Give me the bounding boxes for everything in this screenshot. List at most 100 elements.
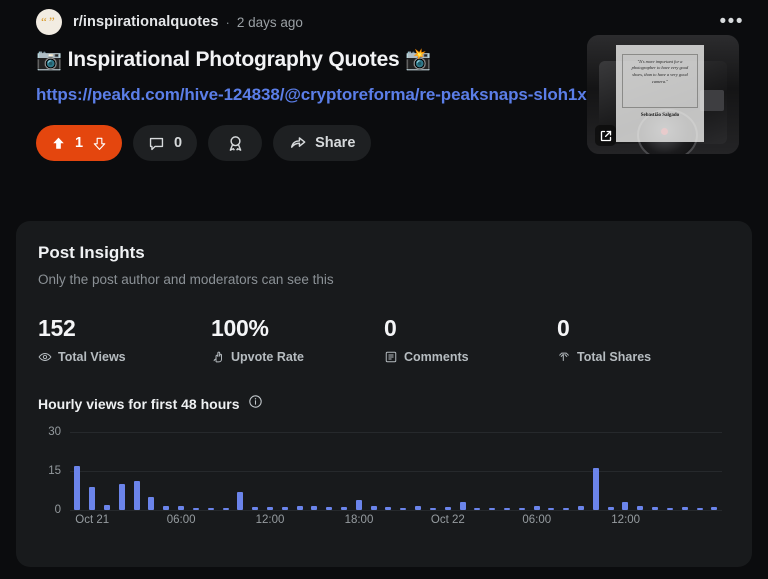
chart-bar-slot[interactable] (277, 432, 292, 510)
chart-bar[interactable] (355, 499, 362, 510)
chart-bar[interactable] (178, 506, 185, 510)
chart-bar[interactable] (503, 508, 510, 510)
chart-bar[interactable] (400, 508, 407, 510)
chart-bar-slot[interactable] (322, 432, 337, 510)
chart-bar-slot[interactable] (588, 432, 603, 510)
chart-bar-slot[interactable] (514, 432, 529, 510)
info-icon[interactable] (248, 394, 263, 414)
chart-bar-slot[interactable] (544, 432, 559, 510)
chart-bar-slot[interactable] (426, 432, 441, 510)
chart-bar-slot[interactable] (218, 432, 233, 510)
chart-bar-slot[interactable] (574, 432, 589, 510)
chart-bar-slot[interactable] (292, 432, 307, 510)
chart-bar[interactable] (563, 508, 570, 510)
chart-bar[interactable] (207, 508, 214, 510)
chart-bar-slot[interactable] (159, 432, 174, 510)
external-link-icon[interactable] (595, 125, 616, 146)
award-button[interactable] (208, 125, 263, 162)
chart-bar-slot[interactable] (263, 432, 278, 510)
chart-bar-slot[interactable] (85, 432, 100, 510)
upvote-icon[interactable] (51, 136, 66, 151)
chart-bar[interactable] (711, 507, 718, 510)
chart-bar[interactable] (474, 508, 481, 510)
subreddit-avatar[interactable]: “ ” (36, 9, 62, 35)
chart-bar[interactable] (681, 507, 688, 510)
chart-bar[interactable] (696, 508, 703, 510)
chart-bar[interactable] (192, 508, 199, 510)
overflow-menu-icon[interactable]: ••• (714, 12, 750, 32)
chart-bar[interactable] (252, 507, 259, 510)
chart-bar-slot[interactable] (248, 432, 263, 510)
chart-bar-slot[interactable] (692, 432, 707, 510)
chart-bar-slot[interactable] (381, 432, 396, 510)
chart-bar[interactable] (266, 507, 273, 510)
chart-bar[interactable] (163, 506, 170, 510)
chart-bar[interactable] (518, 508, 525, 510)
chart-bar[interactable] (607, 507, 614, 510)
chart-bar-slot[interactable] (663, 432, 678, 510)
chart-bar-slot[interactable] (633, 432, 648, 510)
chart-bar[interactable] (489, 508, 496, 510)
chart-bar[interactable] (666, 508, 673, 510)
vote-pill[interactable]: 1 (36, 125, 122, 162)
chart-bar-slot[interactable] (603, 432, 618, 510)
chart-bar[interactable] (326, 507, 333, 510)
chart-bar-slot[interactable] (70, 432, 85, 510)
chart-bar[interactable] (637, 506, 644, 510)
chart-bar-slot[interactable] (144, 432, 159, 510)
chart-bar[interactable] (385, 507, 392, 510)
chart-bar-slot[interactable] (189, 432, 204, 510)
chart-bar[interactable] (341, 507, 348, 510)
chart-bar[interactable] (622, 502, 629, 510)
chart-bar[interactable] (74, 465, 81, 510)
share-button[interactable]: Share (273, 125, 372, 162)
chart-bar[interactable] (237, 491, 244, 510)
chart-bar-slot[interactable] (470, 432, 485, 510)
chart-bar[interactable] (133, 481, 140, 510)
chart-bar[interactable] (104, 504, 111, 510)
chart-bar-slot[interactable] (396, 432, 411, 510)
subreddit-name[interactable]: r/inspirationalquotes (73, 14, 219, 30)
chart-bar-slot[interactable] (129, 432, 144, 510)
chart-bar-slot[interactable] (500, 432, 515, 510)
chart-bar-slot[interactable] (174, 432, 189, 510)
chart-bar-slot[interactable] (618, 432, 633, 510)
chart-bar[interactable] (652, 507, 659, 510)
chart-bar-slot[interactable] (411, 432, 426, 510)
chart-bar-slot[interactable] (114, 432, 129, 510)
post-thumbnail[interactable]: "It's more important for a photographer … (587, 35, 739, 154)
chart-bar[interactable] (89, 486, 96, 510)
chart-bar[interactable] (592, 468, 599, 510)
chart-bar-slot[interactable] (351, 432, 366, 510)
chart-bar[interactable] (533, 506, 540, 510)
chart-bar[interactable] (311, 506, 318, 510)
chart-bar[interactable] (459, 502, 466, 510)
chart-bar[interactable] (444, 507, 451, 510)
chart-bar-slot[interactable] (366, 432, 381, 510)
chart-bar-slot[interactable] (440, 432, 455, 510)
downvote-icon[interactable] (92, 136, 107, 151)
chart-bar-slot[interactable] (707, 432, 722, 510)
chart-bar[interactable] (370, 506, 377, 510)
chart-bar[interactable] (118, 484, 125, 510)
chart-bar-slot[interactable] (233, 432, 248, 510)
chart-bar-slot[interactable] (455, 432, 470, 510)
chart-bar[interactable] (296, 506, 303, 510)
chart-bar-slot[interactable] (559, 432, 574, 510)
chart-bar-slot[interactable] (529, 432, 544, 510)
comment-button[interactable]: 0 (133, 125, 198, 162)
chart-bar-slot[interactable] (337, 432, 352, 510)
chart-bar-slot[interactable] (203, 432, 218, 510)
chart-bar[interactable] (148, 497, 155, 510)
chart-bar-slot[interactable] (100, 432, 115, 510)
chart-bar[interactable] (415, 506, 422, 510)
chart-bar[interactable] (548, 508, 555, 510)
chart-bar[interactable] (281, 507, 288, 510)
chart-bar[interactable] (429, 508, 436, 510)
chart-bar-slot[interactable] (307, 432, 322, 510)
chart-bar-slot[interactable] (677, 432, 692, 510)
chart-bar-slot[interactable] (648, 432, 663, 510)
chart-bar[interactable] (222, 508, 229, 510)
chart-bar[interactable] (578, 506, 585, 510)
chart-bar-slot[interactable] (485, 432, 500, 510)
